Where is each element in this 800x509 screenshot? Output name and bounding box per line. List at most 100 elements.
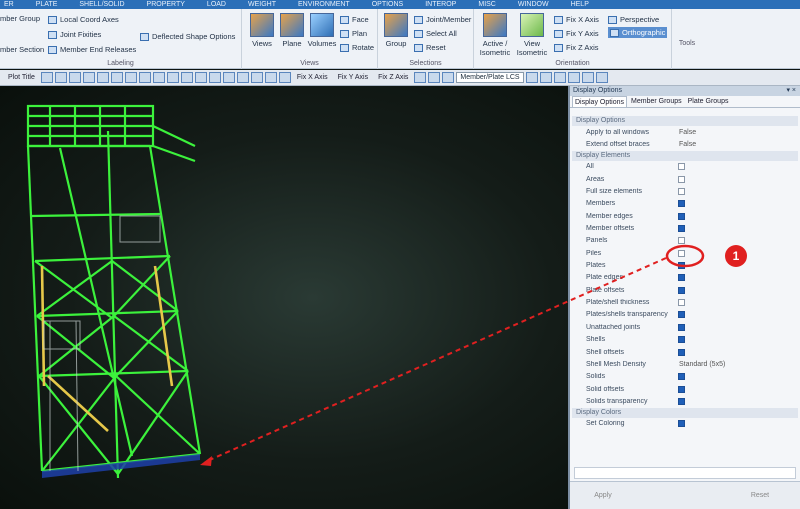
- element-row-panels[interactable]: Panels: [572, 235, 798, 247]
- section-display-colors[interactable]: Display Colors: [572, 407, 798, 418]
- tab-member-groups[interactable]: Member Groups: [629, 96, 684, 107]
- element-row-full-size-elements[interactable]: Full size elements: [572, 185, 798, 197]
- element-row-areas[interactable]: Areas: [572, 173, 798, 185]
- row-checkbox[interactable]: [678, 249, 685, 257]
- section-display-options[interactable]: Display Options: [572, 116, 798, 126]
- element-row-member-offsets[interactable]: Member offsets: [572, 222, 798, 234]
- redo-icon[interactable]: [166, 72, 179, 83]
- deflected-shape-options-item[interactable]: Deflected Shape Options: [140, 32, 235, 41]
- row-checkbox[interactable]: [678, 397, 685, 405]
- plan-item[interactable]: Plan: [340, 29, 367, 38]
- row-checkbox[interactable]: [678, 299, 685, 307]
- search-icon[interactable]: [525, 72, 538, 83]
- grid-icon[interactable]: [414, 72, 427, 83]
- view-isometric-button[interactable]: View Isometric: [514, 13, 550, 57]
- element-row-all[interactable]: All: [572, 161, 798, 173]
- element-row-plate-shell-thickness[interactable]: Plate/shell thickness: [572, 296, 798, 308]
- option-row-apply-all[interactable]: Apply to all windows False: [572, 126, 798, 138]
- cube-left-icon[interactable]: [208, 72, 221, 83]
- element-row-solids[interactable]: Solids: [572, 371, 798, 383]
- row-checkbox[interactable]: [678, 323, 685, 331]
- row-checkbox[interactable]: [678, 286, 685, 294]
- toolbar-fix-x[interactable]: Fix X Axis: [297, 74, 328, 81]
- fix-y-axis-item[interactable]: Fix Y Axis: [554, 29, 599, 38]
- views-button[interactable]: Views: [246, 13, 278, 48]
- member-section-item[interactable]: mber Section: [0, 45, 44, 54]
- perspective-item[interactable]: Perspective: [608, 15, 659, 24]
- element-row-members[interactable]: Members: [572, 198, 798, 210]
- reset-selection-item[interactable]: Reset: [414, 43, 446, 52]
- member-group-item[interactable]: mber Group: [0, 14, 40, 23]
- lookup-icon[interactable]: [539, 72, 552, 83]
- cube-right-icon[interactable]: [222, 72, 235, 83]
- lcs-combo[interactable]: Member/Plate LCS: [456, 72, 524, 83]
- plot-title-label[interactable]: Plot Title: [8, 74, 35, 81]
- local-coord-axes-item[interactable]: Local Coord Axes: [48, 15, 119, 24]
- row-checkbox[interactable]: [678, 163, 685, 171]
- palette-icon[interactable]: [553, 72, 566, 83]
- select-all-item[interactable]: Select All: [414, 29, 457, 38]
- magnet-icon[interactable]: [581, 72, 594, 83]
- row-checkbox[interactable]: [678, 420, 685, 428]
- element-row-shell-offsets[interactable]: Shell offsets: [572, 346, 798, 358]
- menu-plate[interactable]: PLATE: [36, 0, 58, 9]
- menu-shell-solid[interactable]: SHELL/SOLID: [79, 0, 124, 9]
- group-button[interactable]: Group: [380, 13, 412, 48]
- orthographic-item[interactable]: Orthographic: [608, 27, 668, 38]
- cube-top-icon[interactable]: [236, 72, 249, 83]
- select-icon[interactable]: [428, 72, 441, 83]
- row-checkbox[interactable]: [678, 336, 685, 344]
- toolbar-fix-y[interactable]: Fix Y Axis: [338, 74, 368, 81]
- element-row-shells[interactable]: Shells: [572, 334, 798, 346]
- cube-iso-icon[interactable]: [264, 72, 277, 83]
- face-item[interactable]: Face: [340, 15, 369, 24]
- cube-iso2-icon[interactable]: [278, 72, 291, 83]
- menu-help[interactable]: HELP: [571, 0, 589, 9]
- active-isometric-button[interactable]: Active / Isometric: [476, 13, 514, 57]
- reset-button[interactable]: Reset: [748, 490, 772, 501]
- menu-weight[interactable]: WEIGHT: [248, 0, 276, 9]
- element-row-plates-shells-transparency[interactable]: Plates/shells transparency: [572, 309, 798, 321]
- fix-z-axis-item[interactable]: Fix Z Axis: [554, 43, 599, 52]
- element-row-member-edges[interactable]: Member edges: [572, 210, 798, 222]
- shade-icon[interactable]: [110, 72, 123, 83]
- element-row-solids-transparency[interactable]: Solids transparency: [572, 395, 798, 407]
- fix-x-axis-item[interactable]: Fix X Axis: [554, 15, 599, 24]
- row-checkbox[interactable]: [678, 373, 685, 381]
- volumes-button[interactable]: Volumes: [306, 13, 338, 48]
- row-checkbox[interactable]: [678, 237, 685, 245]
- menu-options[interactable]: OPTIONS: [372, 0, 404, 9]
- element-row-plate-offsets[interactable]: Plate offsets: [572, 284, 798, 296]
- fit-icon[interactable]: [68, 72, 81, 83]
- element-row-unattached-joints[interactable]: Unattached joints: [572, 321, 798, 333]
- tab-display-options[interactable]: Display Options: [572, 96, 628, 107]
- row-checkbox[interactable]: [678, 225, 685, 233]
- redraw-icon[interactable]: [96, 72, 109, 83]
- cube-front-icon[interactable]: [180, 72, 193, 83]
- element-row-plates[interactable]: Plates: [572, 259, 798, 271]
- row-checkbox[interactable]: [678, 348, 685, 356]
- element-row-solid-offsets[interactable]: Solid offsets: [572, 383, 798, 395]
- model-viewport[interactable]: [0, 86, 568, 509]
- joint-member-item[interactable]: Joint/Member: [414, 15, 471, 24]
- row-checkbox[interactable]: [678, 212, 685, 220]
- menu-window[interactable]: WINDOW: [518, 0, 549, 9]
- menu-interop[interactable]: INTEROP: [425, 0, 456, 9]
- plane-button[interactable]: Plane: [276, 13, 308, 48]
- pointer-icon[interactable]: [442, 72, 455, 83]
- pan-icon[interactable]: [54, 72, 67, 83]
- row-checkbox[interactable]: [678, 274, 685, 282]
- menu-misc[interactable]: MISC: [478, 0, 496, 9]
- color-row-set-coloring[interactable]: Set Coloring: [572, 418, 798, 430]
- row-checkbox[interactable]: [678, 188, 685, 196]
- row-checkbox[interactable]: [678, 385, 685, 393]
- menu-environment[interactable]: ENVIRONMENT: [298, 0, 350, 9]
- wire-icon[interactable]: [124, 72, 137, 83]
- menu-property[interactable]: PROPERTY: [147, 0, 185, 9]
- joint-fixities-item[interactable]: Joint Fixities: [48, 30, 101, 39]
- row-checkbox[interactable]: [678, 311, 685, 319]
- window-icon[interactable]: [82, 72, 95, 83]
- row-checkbox[interactable]: [678, 262, 685, 270]
- menu-load[interactable]: LOAD: [207, 0, 226, 9]
- element-row-piles[interactable]: Piles: [572, 247, 798, 259]
